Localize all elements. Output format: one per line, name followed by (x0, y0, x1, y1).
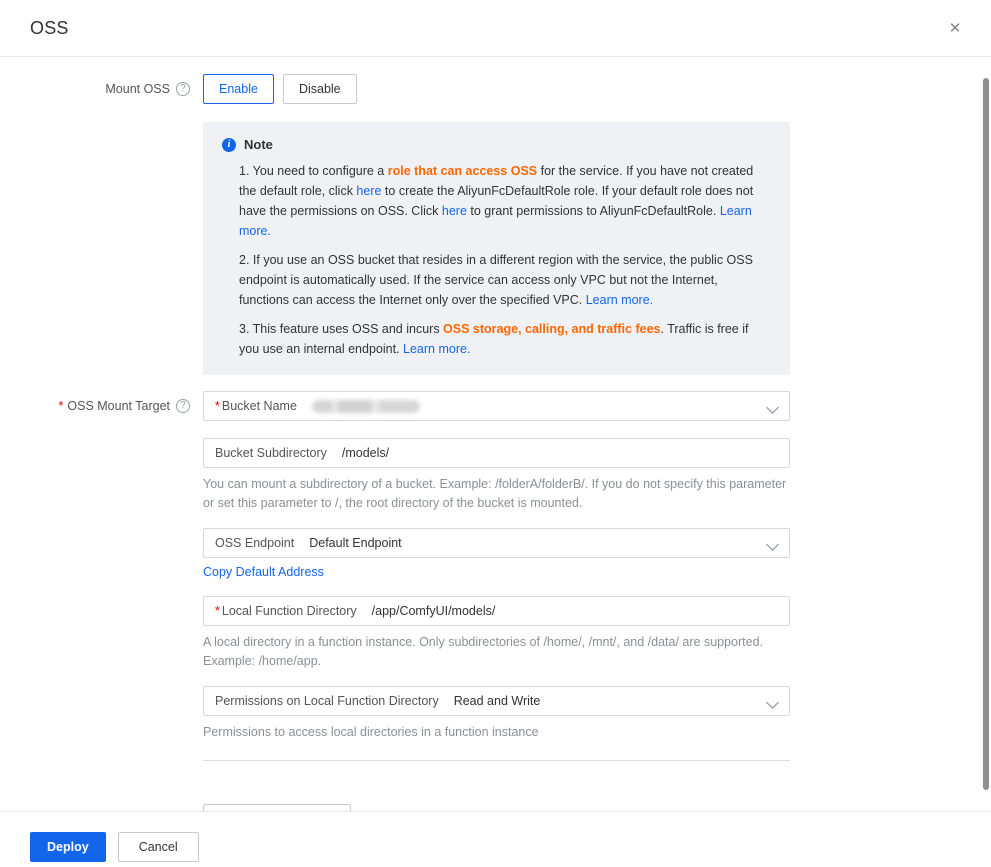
mount-oss-toggle: Enable Disable (203, 74, 790, 104)
cancel-button[interactable]: Cancel (117, 832, 199, 862)
bucket-subdirectory-help: You can mount a subdirectory of a bucket… (203, 477, 787, 511)
bucket-subdirectory-label: Bucket Subdirectory (215, 446, 327, 460)
bucket-subdirectory-value: /models/ (341, 446, 390, 460)
section-divider (203, 759, 790, 761)
permissions-help: Permissions to access local directories … (203, 724, 539, 739)
chevron-down-icon (766, 695, 779, 709)
oss-mount-target-help-icon[interactable]: ? (176, 399, 190, 413)
bucket-subdirectory-input[interactable]: Bucket Subdirectory /models/ (203, 438, 790, 468)
bucket-name-select[interactable]: * Bucket Name (203, 391, 790, 421)
local-function-directory-value: /app/ComfyUI/models/ (371, 603, 496, 618)
page-title: OSS (30, 17, 69, 38)
note-item-3: 3. This feature uses OSS and incurs OSS … (239, 322, 749, 356)
oss-mount-target-label: OSS Mount Target (67, 399, 170, 413)
oss-endpoint-value: Default Endpoint (309, 535, 402, 550)
bucket-name-value-redacted (311, 399, 420, 413)
deploy-button[interactable]: Deploy (30, 832, 106, 862)
drawer-body: Mount OSS ? Enable Disable i Note 1. You… (0, 58, 991, 811)
mount-oss-label-group: Mount OSS ? (0, 74, 190, 104)
mount-oss-label: Mount OSS (105, 82, 170, 96)
note-box: i Note 1. You need to configure a role t… (203, 122, 790, 375)
chevron-down-icon (766, 537, 779, 551)
add-mount-target-button[interactable]: + Add Mount Target (203, 803, 352, 811)
oss-endpoint-label: OSS Endpoint (215, 535, 295, 550)
enable-button[interactable]: Enable (203, 74, 274, 104)
oss-mount-target-label-group: * OSS Mount Target ? (0, 391, 190, 421)
oss-mount-target-row: * OSS Mount Target ? * Bucket Name Bucke… (0, 391, 991, 811)
mount-oss-help-icon[interactable]: ? (176, 82, 190, 96)
note-title: Note (244, 137, 273, 152)
local-function-directory-help: A local directory in a function instance… (203, 634, 764, 669)
permissions-select[interactable]: Permissions on Local Function Directory … (203, 685, 790, 716)
bucket-name-label: Bucket Name (221, 399, 297, 413)
required-marker: * (215, 399, 220, 413)
note-item-1: 1. You need to configure a role that can… (239, 164, 754, 238)
local-function-directory-input[interactable]: * Local Function Directory /app/ComfyUI/… (203, 595, 790, 626)
required-marker: * (215, 603, 220, 618)
permissions-value: Read and Write (453, 693, 541, 708)
note-row: i Note 1. You need to configure a role t… (0, 122, 991, 375)
permissions-label: Permissions on Local Function Directory (215, 693, 439, 708)
required-marker: * (58, 399, 64, 413)
close-icon[interactable]: ✕ (945, 18, 965, 38)
copy-default-address-link[interactable]: Copy Default Address (203, 565, 324, 579)
info-icon: i (222, 137, 236, 152)
vertical-scrollbar[interactable] (983, 78, 989, 790)
disable-button[interactable]: Disable (282, 74, 357, 104)
note-item-2: 2. If you use an OSS bucket that resides… (239, 253, 753, 307)
oss-endpoint-select[interactable]: OSS Endpoint Default Endpoint (203, 527, 790, 558)
drawer-header: OSS ✕ (0, 0, 991, 57)
drawer-footer: Deploy Cancel (0, 811, 991, 867)
local-function-directory-label: Local Function Directory (221, 603, 357, 618)
chevron-down-icon (766, 401, 779, 414)
mount-oss-row: Mount OSS ? Enable Disable (0, 74, 991, 104)
